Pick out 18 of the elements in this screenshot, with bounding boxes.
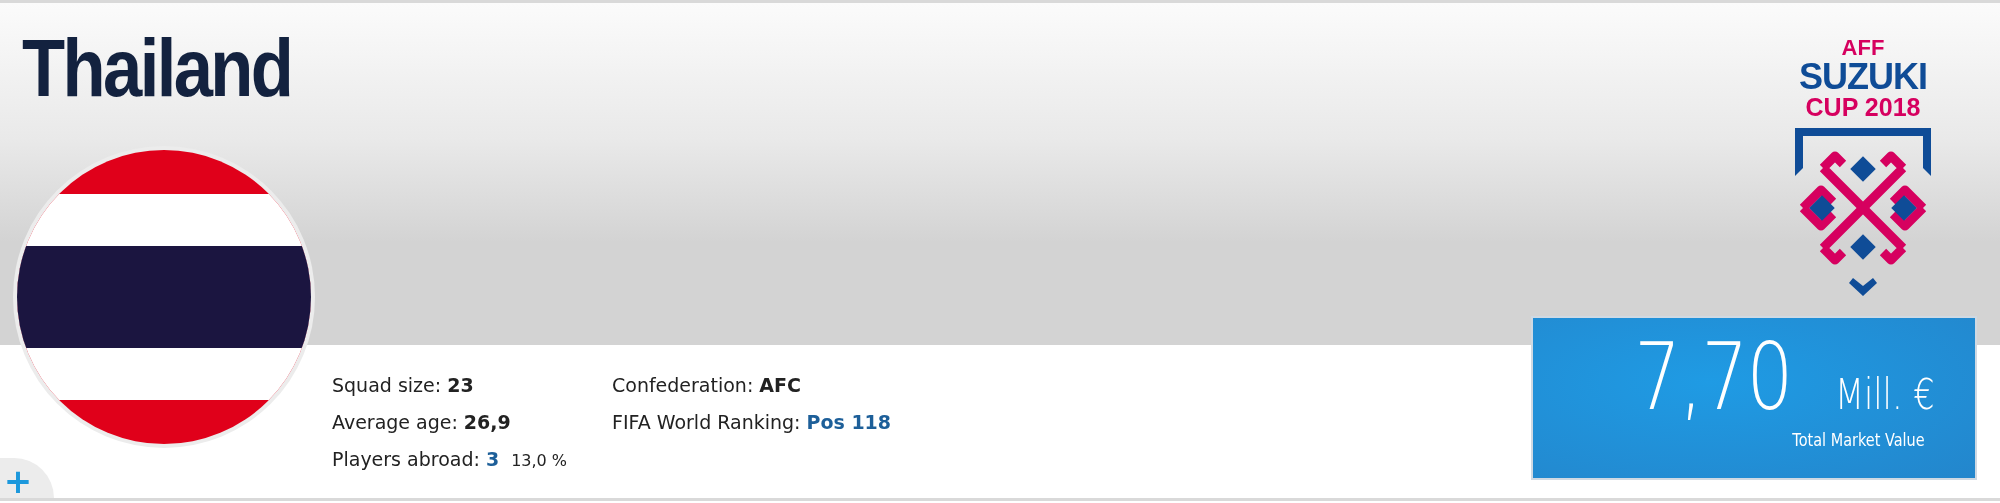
market-value-caption: Total Market Value (1792, 430, 1925, 450)
stat-label: Average age: (332, 410, 458, 435)
market-value-unit: Mill. € (1835, 370, 1935, 419)
stat-label: Squad size: (332, 373, 442, 398)
stat-link[interactable]: 3 (485, 447, 500, 472)
logo-text: AFF (1841, 37, 1885, 59)
stat-value: 26,9 (463, 410, 511, 435)
stat-label: Confederation: (612, 373, 754, 398)
stat-label: Players abroad: (332, 447, 480, 472)
percentage-text: 13,0 % (511, 450, 568, 472)
market-value-amount: 7,70 (1634, 328, 1793, 428)
stat-label: FIFA World Ranking: (612, 410, 801, 435)
team-name: Thailand (22, 27, 292, 109)
stat-value: AFC (759, 373, 801, 398)
stat-link[interactable]: Pos 118 (806, 410, 892, 435)
logo-text: CUP 2018 (1805, 95, 1921, 120)
stat-value: 23 (447, 373, 474, 398)
logo-text: SUZUKI (1799, 59, 1927, 95)
